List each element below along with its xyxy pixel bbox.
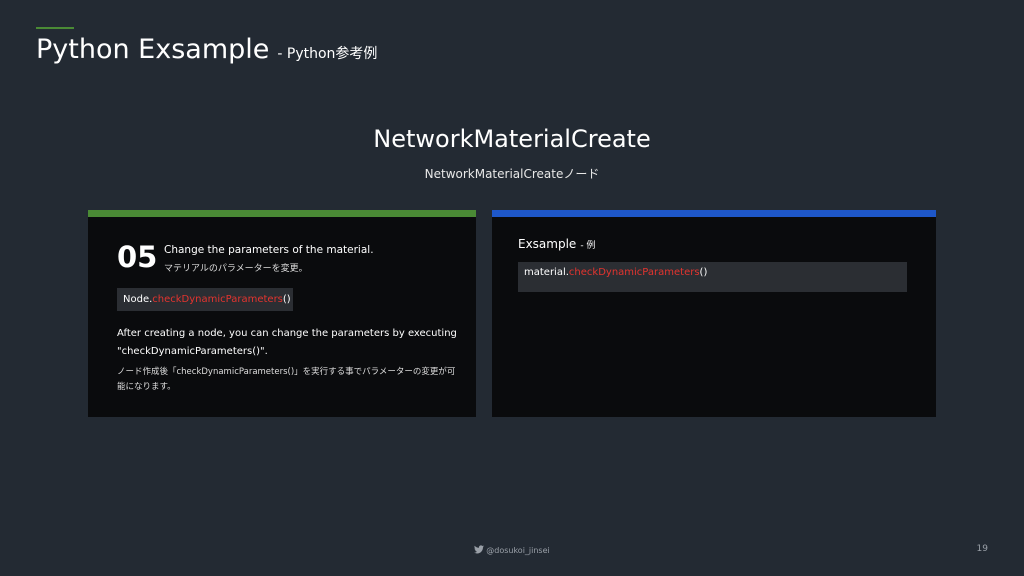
code-suffix: () (282, 294, 291, 305)
page-title-main: Python Exsample (36, 34, 270, 65)
example-title-sub: - 例 (580, 241, 596, 251)
section-subtitle: NetworkMaterialCreateノード (424, 167, 600, 181)
code-prefix: material. (524, 267, 569, 278)
page-title-sub: - Python参考例 (277, 46, 378, 62)
description-jp: ノード作成後「checkDynamicParameters()」を実行する事でパ… (117, 367, 456, 392)
step-description-en: Change the parameters of the material. (164, 244, 374, 256)
twitter-bird-icon (474, 545, 485, 556)
code-method: checkDynamicParameters (152, 294, 283, 305)
footer: @dosukoi_jinsei (0, 545, 1024, 556)
code-snippet-material: material.checkDynamicParameters() (518, 262, 907, 292)
example-title-main: Exsample (518, 237, 577, 251)
code-suffix: () (699, 267, 708, 278)
step-panel-color-bar (88, 210, 476, 217)
footer-handle: @dosukoi_jinsei (486, 546, 550, 555)
code-snippet-node: Node.checkDynamicParameters() (117, 288, 293, 311)
step-panel: 05 Change the parameters of the material… (88, 210, 476, 417)
step-description-jp: マテリアルのパラメーターを変更。 (164, 264, 308, 274)
code-prefix: Node. (123, 294, 153, 305)
code-method: checkDynamicParameters (568, 267, 700, 278)
example-title: Exsample - 例 (518, 237, 595, 251)
step-number: 05 (117, 240, 158, 274)
page-number: 19 (976, 544, 988, 554)
description-en: After creating a node, you can change th… (117, 328, 457, 357)
title-accent-line (36, 27, 74, 29)
page-title: Python Exsample - Python参考例 (36, 34, 377, 65)
example-panel-color-bar (492, 210, 936, 217)
example-panel: Exsample - 例 material.checkDynamicParamet… (492, 210, 936, 417)
section-title: NetworkMaterialCreate (373, 125, 651, 153)
